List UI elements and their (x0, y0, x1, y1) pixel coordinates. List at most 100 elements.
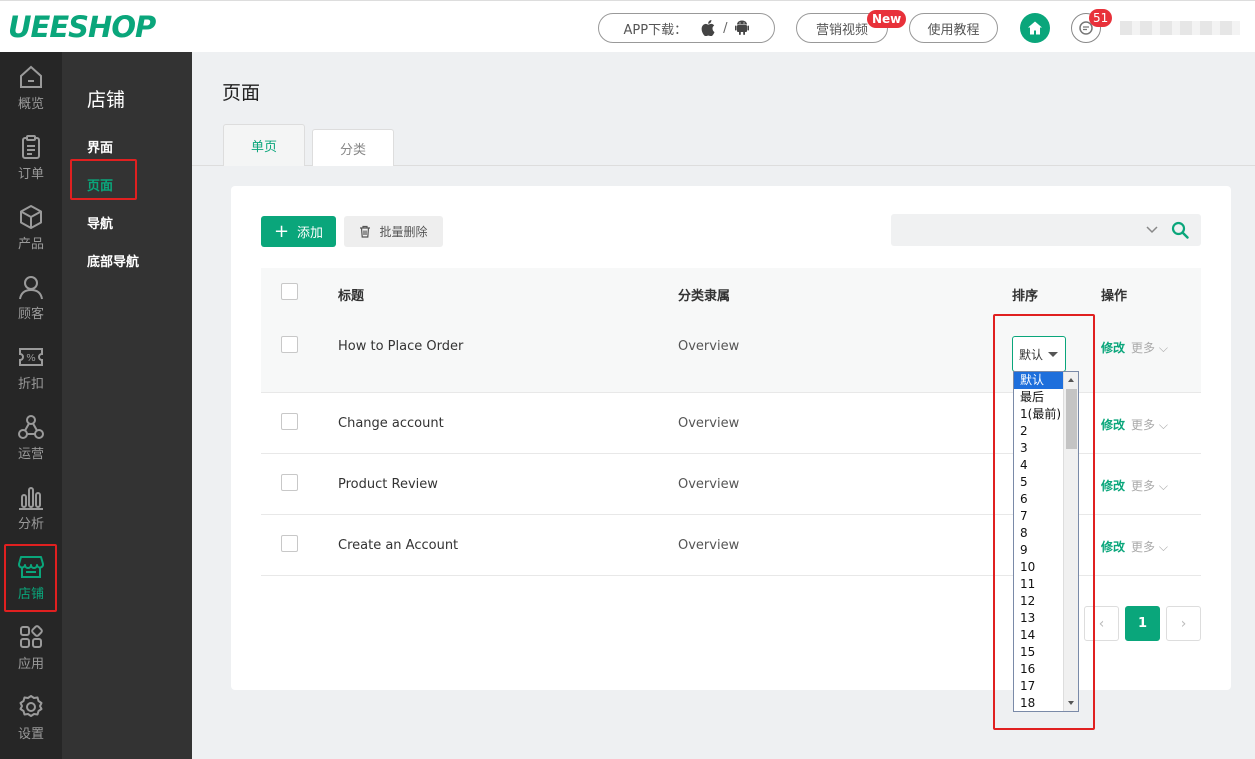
more-dropdown[interactable]: 更多 ⌵ (1131, 477, 1168, 494)
new-badge: New (867, 10, 907, 28)
nav-label: 订单 (17, 166, 44, 182)
more-dropdown[interactable]: 更多 ⌵ (1131, 416, 1168, 433)
discount-icon: % (19, 347, 43, 366)
more-dropdown[interactable]: 更多 ⌵ (1131, 339, 1168, 356)
select-all-checkbox[interactable] (281, 283, 298, 300)
clipboard-icon (22, 134, 40, 159)
user-name-blurred[interactable] (1120, 21, 1240, 35)
add-label: 添加 (297, 226, 324, 241)
row-checkbox[interactable] (281, 413, 298, 430)
logo[interactable]: UEESHOP (8, 10, 156, 44)
chevron-down-icon: ⌵ (1158, 341, 1168, 355)
row-checkbox[interactable] (281, 336, 298, 353)
user-icon (19, 275, 43, 299)
search-input[interactable] (891, 214, 1141, 246)
nav-label: 运营 (17, 446, 44, 462)
app-download-pill[interactable]: APP下载： / (598, 13, 775, 43)
svg-text:%: % (26, 353, 36, 364)
tab-category[interactable]: 分类 (312, 129, 394, 166)
android-icon[interactable] (735, 20, 750, 36)
header-title: 标题 (338, 289, 365, 304)
nav-item-customers[interactable]: 顾客 (0, 264, 62, 330)
apple-icon[interactable] (701, 20, 715, 36)
page-1-button[interactable]: 1 (1125, 606, 1160, 641)
nav-label: 应用 (17, 656, 44, 672)
next-page-button[interactable]: › (1166, 606, 1201, 641)
add-button[interactable]: + 添加 (261, 216, 336, 247)
header-actions: 操作 (1101, 289, 1128, 304)
box-icon (20, 204, 42, 229)
nav-item-overview[interactable]: 概览 (0, 54, 62, 120)
row-title: Create an Account (338, 538, 459, 553)
plus-icon: + (273, 220, 290, 242)
row-category: Overview (678, 339, 740, 354)
table-header (261, 268, 1201, 316)
nav-item-analytics[interactable]: 分析 (0, 474, 62, 540)
edit-link[interactable]: 修改 (1101, 477, 1125, 494)
message-count-badge: 51 (1089, 9, 1113, 27)
apps-icon (20, 624, 43, 648)
edit-link[interactable]: 修改 (1101, 339, 1125, 356)
row-title: Change account (338, 416, 444, 431)
network-icon (18, 414, 44, 439)
row-category: Overview (678, 477, 740, 492)
home-icon (1028, 21, 1042, 35)
more-label: 更多 (1131, 418, 1156, 432)
secondary-nav: 店铺 界面 页面 导航 底部导航 (62, 52, 192, 759)
subnav-item-navigation[interactable]: 导航 (87, 213, 113, 232)
batch-delete-label: 批量删除 (379, 225, 428, 239)
highlight-box (70, 159, 137, 200)
more-label: 更多 (1131, 341, 1156, 355)
nav-label: 折扣 (17, 376, 44, 392)
tab-single-page[interactable]: 单页 (223, 124, 305, 166)
more-label: 更多 (1131, 479, 1156, 493)
nav-item-apps[interactable]: 应用 (0, 614, 62, 680)
row-title: Product Review (338, 477, 438, 492)
slash-separator: / (723, 20, 728, 36)
row-title: How to Place Order (338, 339, 464, 354)
more-label: 更多 (1131, 540, 1156, 554)
row-category: Overview (678, 538, 740, 553)
bar-chart-icon (19, 486, 43, 510)
chevron-down-icon: ⌵ (1158, 479, 1168, 493)
chevron-down-icon: ⌵ (1158, 418, 1168, 432)
search-bar (891, 214, 1201, 246)
nav-label: 概览 (17, 96, 44, 112)
top-bar: UEESHOP APP下载： / 营销视频 New 使用教程 51 (0, 0, 1255, 52)
edit-link[interactable]: 修改 (1101, 538, 1125, 555)
search-icon[interactable] (1171, 221, 1189, 239)
nav-item-products[interactable]: 产品 (0, 194, 62, 260)
nav-label: 顾客 (17, 306, 44, 322)
page-title: 页面 (222, 82, 261, 104)
nav-item-operations[interactable]: 运营 (0, 404, 62, 470)
app-download-label: APP下载： (623, 22, 688, 38)
row-checkbox[interactable] (281, 535, 298, 552)
subnav-item-footer-nav[interactable]: 底部导航 (87, 251, 139, 270)
subnav-item-interface[interactable]: 界面 (87, 137, 113, 156)
tutorial-button[interactable]: 使用教程 (909, 13, 998, 43)
nav-label: 分析 (17, 516, 44, 532)
more-dropdown[interactable]: 更多 ⌵ (1131, 538, 1168, 555)
header-sort: 排序 (1012, 289, 1039, 304)
subnav-title: 店铺 (87, 89, 126, 111)
trash-icon (360, 225, 371, 238)
nav-item-orders[interactable]: 订单 (0, 124, 62, 190)
batch-delete-button[interactable]: 批量删除 (344, 216, 443, 247)
edit-link[interactable]: 修改 (1101, 416, 1125, 433)
row-category: Overview (678, 416, 740, 431)
gear-icon (19, 694, 43, 717)
home-button[interactable] (1020, 13, 1050, 43)
nav-item-discount[interactable]: % 折扣 (0, 334, 62, 400)
nav-label: 设置 (17, 726, 44, 742)
nav-label: 产品 (17, 236, 44, 252)
highlight-box (993, 314, 1095, 730)
chevron-down-icon: ⌵ (1158, 540, 1168, 554)
nav-item-store[interactable]: 店铺 (0, 544, 62, 612)
row-checkbox[interactable] (281, 474, 298, 491)
home-icon (20, 65, 42, 88)
nav-item-settings[interactable]: 设置 (0, 684, 62, 750)
highlight-box (4, 544, 57, 612)
chevron-down-icon[interactable] (1145, 222, 1159, 236)
primary-nav: 概览 订单 产品 顾客 % 折扣 运营 分析 店铺 应用 设置 (0, 52, 62, 759)
header-category: 分类隶属 (678, 289, 731, 304)
